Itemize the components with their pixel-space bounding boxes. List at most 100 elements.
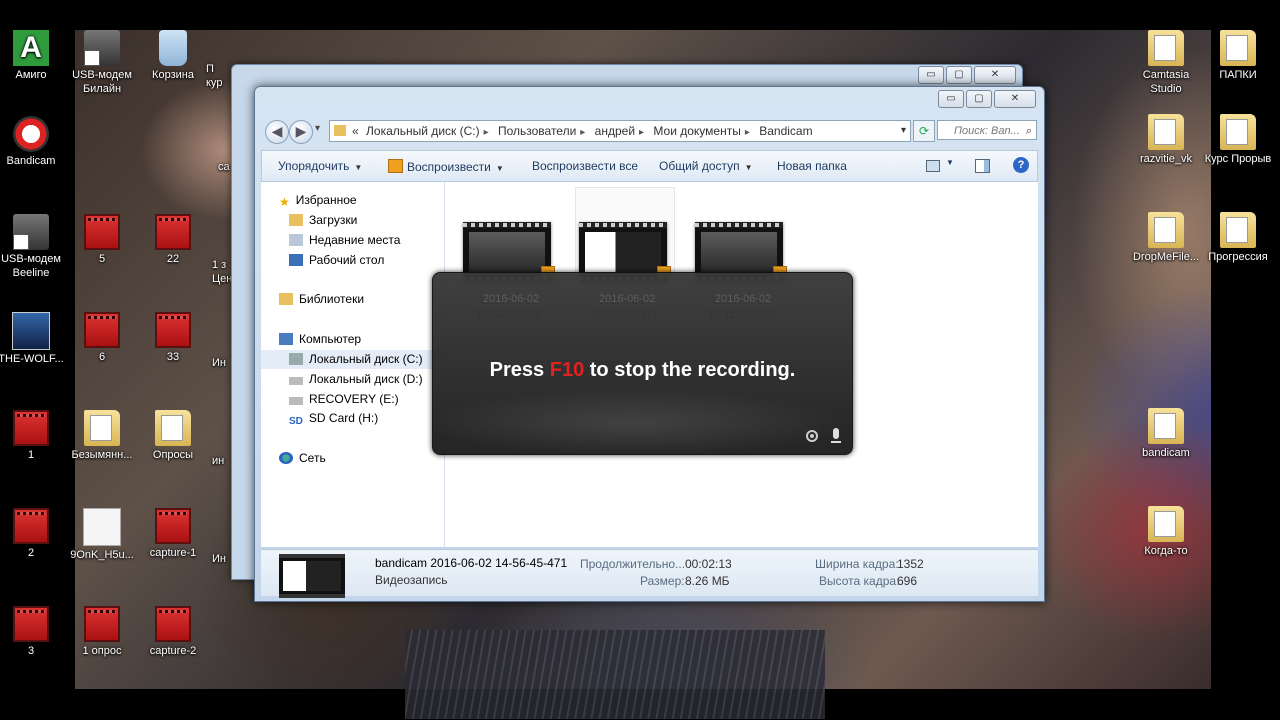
libraries-icon	[279, 293, 293, 305]
close-button[interactable]: ✕	[994, 90, 1036, 108]
maximize-button[interactable]: ▢	[946, 66, 972, 84]
details-duration[interactable]: 00:02:13	[685, 557, 732, 571]
breadcrumb-drive-c[interactable]: Локальный диск (C:)	[366, 124, 480, 138]
desktop-icon-papki[interactable]: ПАПКИ	[1201, 30, 1275, 82]
desktop-icon-surveys[interactable]: Опросы	[136, 410, 210, 462]
video-file-icon	[84, 312, 120, 348]
new-folder-button[interactable]: Новая папка	[777, 159, 847, 173]
desktop-icon-label: 1	[27, 449, 35, 461]
desktop-icon-video-3[interactable]: 3	[0, 606, 68, 658]
desktop-icon-video-5[interactable]: 5	[65, 214, 139, 266]
address-bar[interactable]: « Локальный диск (C:) ▸ Пользователи ▸ анд…	[329, 120, 911, 142]
video-file-icon	[84, 606, 120, 642]
desktop-icon-recycle-bin[interactable]: Корзина	[136, 30, 210, 82]
folder-icon	[1220, 114, 1256, 150]
microphone-icon[interactable]	[830, 428, 842, 446]
desktop-icon-video-2[interactable]: 2	[0, 508, 68, 560]
breadcrumb-bandicam[interactable]: Bandicam	[759, 124, 812, 138]
recent-pages-dropdown[interactable]: ▾	[315, 123, 320, 134]
preview-pane-icon[interactable]	[975, 159, 990, 173]
close-button[interactable]: ✕	[974, 66, 1016, 84]
network-icon	[279, 452, 293, 464]
breadcrumb-users[interactable]: Пользователи	[498, 124, 576, 138]
desktop-icon-1-survey[interactable]: 1 опрос	[65, 606, 139, 658]
breadcrumb-separator[interactable]: ▸	[484, 127, 489, 138]
image-file-icon	[12, 312, 50, 350]
desktop-icon-amigo[interactable]: A Амиго	[0, 30, 68, 82]
breadcrumb-prefix[interactable]: «	[352, 124, 359, 138]
organize-button[interactable]: Упорядочить ▼	[278, 159, 362, 173]
desktop-icon-kurs-proryv[interactable]: Курс Прорыв	[1201, 114, 1275, 166]
downloads-folder-icon	[289, 214, 303, 226]
desktop-icon-kogda-to[interactable]: Когда-то	[1129, 506, 1203, 558]
record-icon[interactable]	[806, 430, 818, 442]
folder-icon	[334, 125, 346, 136]
desktop-icon-video-6[interactable]: 6	[65, 312, 139, 364]
video-file-icon	[155, 508, 191, 544]
desktop-icon-video-33[interactable]: 33	[136, 312, 210, 364]
folder-icon	[84, 410, 120, 446]
breadcrumb-andrey[interactable]: андрей	[595, 124, 635, 138]
play-all-button[interactable]: Воспроизвести все	[532, 159, 638, 173]
nav-recent[interactable]: Недавние места	[261, 231, 472, 250]
nav-network[interactable]: Сеть	[261, 449, 462, 468]
view-dropdown-icon[interactable]: ▼	[946, 158, 954, 167]
drive-icon	[289, 353, 303, 365]
back-button[interactable]: ◀	[265, 120, 289, 144]
breadcrumb-separator[interactable]: ▸	[639, 127, 644, 138]
breadcrumb-separator[interactable]: ▸	[745, 127, 750, 138]
details-height[interactable]: 696	[897, 574, 917, 588]
nav-label: Недавние места	[309, 233, 401, 247]
nav-favorites[interactable]: ★ Избранное	[261, 191, 462, 210]
share-button[interactable]: Общий доступ ▼	[659, 159, 753, 173]
desktop-icon-usb-bilain[interactable]: USB-модем Билайн	[65, 30, 139, 96]
desktop-icon-label: 22	[166, 253, 180, 265]
desktop-icon-dropmefile[interactable]: DropMeFile...	[1129, 212, 1203, 264]
desktop-icon-label: Амиго	[15, 69, 47, 81]
window-controls: ▭ ▢ ✕	[936, 90, 1036, 108]
folder-icon	[1148, 506, 1184, 542]
nav-label: Локальный диск (D:)	[309, 372, 423, 386]
desktop-icon-label: Курс Прорыв	[1204, 153, 1272, 165]
breadcrumb-separator[interactable]: ▸	[580, 127, 585, 138]
desktop-icon-capture-2[interactable]: capture-2	[136, 606, 210, 658]
nav-drive-c[interactable]: Локальный диск (C:)	[261, 350, 444, 369]
desktop-icon-9onk[interactable]: 9OnK_H5u...	[65, 508, 139, 562]
forward-button[interactable]: ▶	[289, 120, 313, 144]
minimize-button[interactable]: ▭	[918, 66, 944, 84]
desktop-icon-bandicam-folder[interactable]: bandicam	[1129, 408, 1203, 460]
desktop-icon-video-1[interactable]: 1	[0, 410, 68, 462]
help-button[interactable]: ?	[1013, 157, 1029, 173]
desktop-icon-label: DropMeFile...	[1132, 251, 1200, 263]
message-press: Press	[489, 359, 545, 381]
search-input[interactable]: Поиск: Ban... ⌕	[937, 120, 1037, 140]
play-button[interactable]: Воспроизвести ▼	[388, 159, 504, 174]
desktop-icon-progressiya[interactable]: Прогрессия	[1201, 212, 1275, 264]
desktop-icon-capture-1[interactable]: capture-1	[136, 508, 210, 560]
details-width[interactable]: 1352	[897, 557, 924, 571]
refresh-button[interactable]: ⟳	[913, 120, 935, 142]
address-dropdown-icon[interactable]: ▾	[901, 121, 906, 141]
nav-desktop[interactable]: Рабочий стол	[261, 251, 472, 270]
nav-downloads[interactable]: Загрузки	[261, 211, 472, 230]
video-thumbnail	[585, 232, 661, 272]
organize-label: Упорядочить	[278, 159, 350, 173]
desktop-icon-untitled[interactable]: Безымянн...	[65, 410, 139, 462]
desktop-icon-usb-beeline[interactable]: USB-модем Beeline	[0, 214, 68, 280]
desktop-icon-razvitie[interactable]: razvitie_vk	[1129, 114, 1203, 166]
desktop-icon-camtasia[interactable]: Camtasia Studio	[1129, 30, 1203, 96]
desktop-icon-label: 6	[98, 351, 106, 363]
desktop-icon-bandicam[interactable]: Bandicam	[0, 116, 68, 168]
video-file-icon	[13, 508, 49, 544]
view-options-icon[interactable]	[926, 160, 940, 172]
desktop-icon-video-22[interactable]: 22	[136, 214, 210, 266]
search-placeholder: Поиск: Ban...	[954, 125, 1020, 137]
desktop-icon-label: capture-2	[149, 645, 197, 657]
window-controls: ▭ ▢ ✕	[916, 66, 1016, 84]
breadcrumb-my-documents[interactable]: Мои документы	[653, 124, 740, 138]
details-size[interactable]: 8.26 МБ	[685, 574, 730, 588]
maximize-button[interactable]: ▢	[966, 90, 992, 108]
desktop-icon-the-wolf[interactable]: THE-WOLF...	[0, 312, 68, 366]
minimize-button[interactable]: ▭	[938, 90, 964, 108]
video-thumbnail	[469, 232, 545, 272]
